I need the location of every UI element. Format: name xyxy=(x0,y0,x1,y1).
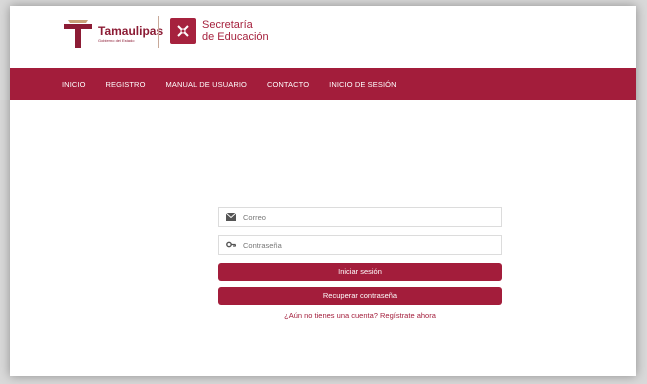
login-button[interactable]: Iniciar sesión xyxy=(218,263,502,281)
header-divider xyxy=(158,16,159,48)
email-input[interactable] xyxy=(243,212,493,222)
secretaria-logo[interactable]: Secretaría de Educación xyxy=(170,18,269,44)
email-field xyxy=(218,207,502,227)
main-nav: INICIO REGISTRO MANUAL DE USUARIO CONTAC… xyxy=(10,68,636,100)
secretaria-line2: de Educación xyxy=(202,31,269,43)
register-link[interactable]: ¿Aún no tienes una cuenta? Regístrate ah… xyxy=(218,311,502,320)
nav-item-contacto[interactable]: CONTACTO xyxy=(267,80,309,89)
t-logo-icon xyxy=(64,20,92,48)
nav-item-inicio[interactable]: INICIO xyxy=(62,80,86,89)
nav-item-registro[interactable]: REGISTRO xyxy=(106,80,146,89)
brand-name: Tamaulipas xyxy=(98,24,164,38)
brand-tagline: Gobierno del Estado xyxy=(98,38,135,43)
key-icon xyxy=(219,236,243,254)
password-field xyxy=(218,235,502,255)
pencil-cross-icon xyxy=(170,18,196,44)
envelope-icon xyxy=(219,208,243,226)
nav-item-manual[interactable]: MANUAL DE USUARIO xyxy=(166,80,247,89)
nav-item-inicio-sesion[interactable]: INICIO DE SESIÓN xyxy=(329,80,396,89)
password-input[interactable] xyxy=(243,240,493,250)
secretaria-line1: Secretaría xyxy=(202,19,253,31)
login-form: Iniciar sesión Recuperar contraseña ¿Aún… xyxy=(218,207,502,320)
recover-password-button[interactable]: Recuperar contraseña xyxy=(218,287,502,305)
tamaulipas-logo[interactable]: Tamaulipas Gobierno del Estado xyxy=(62,18,163,50)
browser-window: Tamaulipas Gobierno del Estado Secretarí… xyxy=(10,6,636,376)
site-header: Tamaulipas Gobierno del Estado Secretarí… xyxy=(10,6,636,68)
